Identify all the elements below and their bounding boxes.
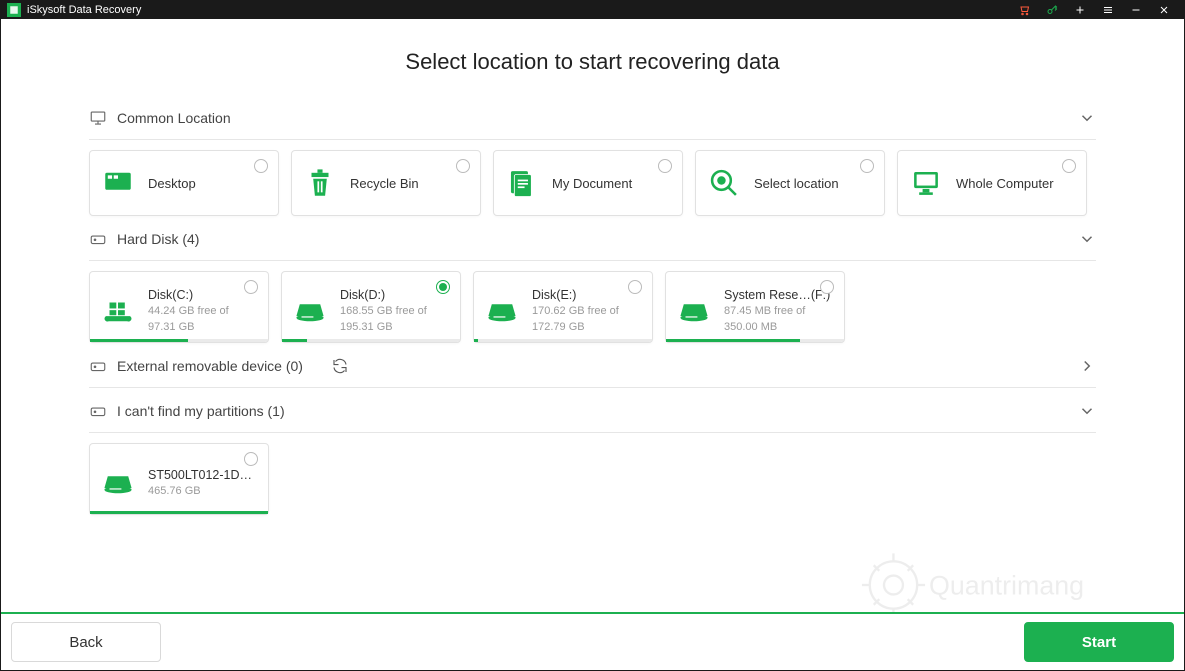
missing-partition-row: ST500LT012-1DG1… 465.76 GB [89, 443, 1096, 515]
disk-total: 97.31 GB [148, 320, 258, 334]
radio-selected-icon [436, 280, 450, 294]
drive-icon [100, 465, 136, 501]
progress-bar [474, 339, 652, 342]
svg-text:Quantrimang: Quantrimang [929, 570, 1084, 600]
close-icon[interactable] [1150, 1, 1178, 19]
plus-icon[interactable] [1066, 1, 1094, 19]
location-card-my-document[interactable]: My Document [493, 150, 683, 216]
radio-icon [456, 159, 470, 173]
search-icon [706, 165, 742, 201]
disk-total: 350.00 MB [724, 320, 834, 334]
location-card-whole-computer[interactable]: Whole Computer [897, 150, 1087, 216]
card-label: Whole Computer [956, 176, 1076, 191]
drive-icon [484, 293, 520, 329]
monitor-icon [908, 165, 944, 201]
radio-icon [860, 159, 874, 173]
app-window: iSkysoft Data Recovery Select location t… [0, 0, 1185, 671]
key-icon[interactable] [1038, 1, 1066, 19]
drive-outline-icon [89, 402, 107, 420]
back-button-label: Back [69, 634, 102, 651]
chevron-down-icon[interactable] [1078, 109, 1096, 127]
disk-card-e[interactable]: Disk(E:) 170.62 GB free of 172.79 GB [473, 271, 653, 343]
progress-bar [282, 339, 460, 342]
partition-size: 465.76 GB [148, 484, 258, 498]
content-area: Select location to start recovering data… [1, 19, 1184, 670]
disk-free: 168.55 GB free of [340, 304, 450, 318]
desktop-icon [100, 165, 136, 201]
disk-label: System Rese…(F:) [724, 288, 834, 302]
trash-icon [302, 165, 338, 201]
cart-icon[interactable] [1010, 1, 1038, 19]
divider [89, 260, 1096, 261]
progress-bar [666, 339, 844, 342]
card-label: Desktop [148, 176, 268, 191]
section-title-hard-disk: Hard Disk (4) [117, 231, 199, 247]
chevron-down-icon[interactable] [1078, 230, 1096, 248]
divider [89, 432, 1096, 433]
drive-icon [676, 293, 712, 329]
common-location-row: Desktop Recycle Bin My Document [89, 150, 1096, 216]
disk-label: Disk(D:) [340, 288, 450, 302]
disk-card-system-reserved[interactable]: System Rese…(F:) 87.45 MB free of 350.00… [665, 271, 845, 343]
start-button[interactable]: Start [1024, 622, 1174, 662]
titlebar: iSkysoft Data Recovery [1, 1, 1184, 19]
section-header-missing: I can't find my partitions (1) [89, 388, 1096, 428]
location-card-select-location[interactable]: Select location [695, 150, 885, 216]
section-title-common: Common Location [117, 110, 231, 126]
disk-free: 44.24 GB free of [148, 304, 258, 318]
page-title: Select location to start recovering data [1, 49, 1184, 75]
radio-icon [628, 280, 642, 294]
card-label: Recycle Bin [350, 176, 470, 191]
radio-icon [244, 452, 258, 466]
section-title-external: External removable device (0) [117, 358, 303, 374]
hard-disk-row: Disk(C:) 44.24 GB free of 97.31 GB Disk(… [89, 271, 1096, 343]
windows-drive-icon [100, 293, 136, 329]
radio-icon [244, 280, 258, 294]
chevron-down-icon[interactable] [1078, 402, 1096, 420]
radio-icon [658, 159, 672, 173]
radio-icon [254, 159, 268, 173]
app-name: iSkysoft Data Recovery [27, 4, 141, 16]
document-icon [504, 165, 540, 201]
footer-bar: Back Start [1, 612, 1184, 670]
progress-bar [90, 511, 268, 514]
app-logo-icon [7, 3, 21, 17]
location-card-recycle-bin[interactable]: Recycle Bin [291, 150, 481, 216]
section-header-common: Common Location [89, 95, 1096, 135]
disk-total: 172.79 GB [532, 320, 642, 334]
disk-total: 195.31 GB [340, 320, 450, 334]
section-header-external: External removable device (0) [89, 343, 1096, 383]
card-label: Select location [754, 176, 874, 191]
location-card-desktop[interactable]: Desktop [89, 150, 279, 216]
card-label: My Document [552, 176, 672, 191]
section-title-missing: I can't find my partitions (1) [117, 403, 285, 419]
disk-free: 87.45 MB free of [724, 304, 834, 318]
section-header-hard-disk: Hard Disk (4) [89, 216, 1096, 256]
refresh-icon[interactable] [331, 357, 349, 375]
drive-outline-icon [89, 230, 107, 248]
start-button-label: Start [1082, 634, 1116, 651]
drive-outline-icon [89, 357, 107, 375]
menu-icon[interactable] [1094, 1, 1122, 19]
radio-icon [820, 280, 834, 294]
monitor-outline-icon [89, 109, 107, 127]
back-button[interactable]: Back [11, 622, 161, 662]
disk-card-c[interactable]: Disk(C:) 44.24 GB free of 97.31 GB [89, 271, 269, 343]
divider [89, 139, 1096, 140]
chevron-right-icon[interactable] [1078, 357, 1096, 375]
partition-label: ST500LT012-1DG1… [148, 468, 258, 482]
minimize-icon[interactable] [1122, 1, 1150, 19]
radio-icon [1062, 159, 1076, 173]
progress-bar [90, 339, 268, 342]
disk-label: Disk(C:) [148, 288, 258, 302]
partition-card[interactable]: ST500LT012-1DG1… 465.76 GB [89, 443, 269, 515]
disk-card-d[interactable]: Disk(D:) 168.55 GB free of 195.31 GB [281, 271, 461, 343]
drive-icon [292, 293, 328, 329]
disk-free: 170.62 GB free of [532, 304, 642, 318]
disk-label: Disk(E:) [532, 288, 642, 302]
